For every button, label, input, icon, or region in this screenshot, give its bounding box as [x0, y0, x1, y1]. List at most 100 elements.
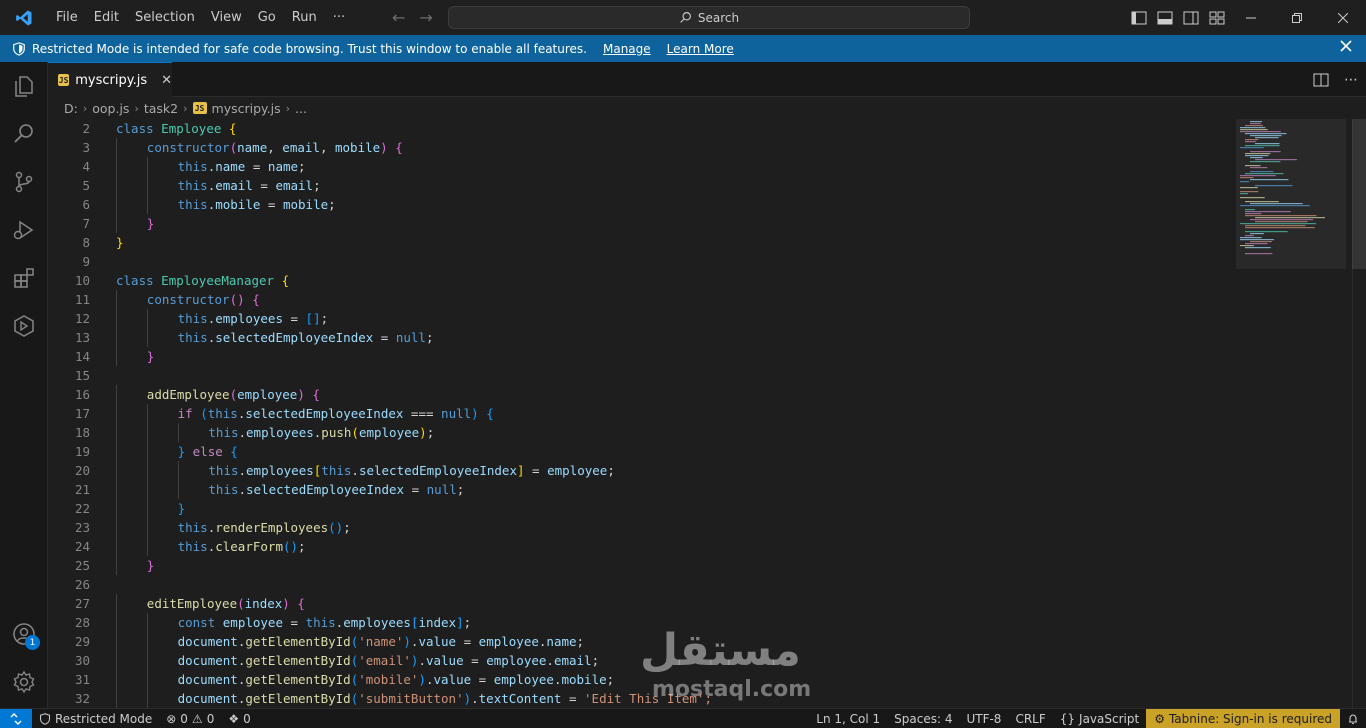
line-number: 10 [74, 273, 90, 288]
code-line[interactable]: 8} [48, 233, 1228, 252]
end-of-line[interactable]: CRLF [1008, 709, 1052, 728]
restore-icon[interactable] [1274, 0, 1320, 35]
minimap-line [1250, 179, 1289, 181]
code-line[interactable]: 32 document.getElementById('submitButton'… [48, 689, 1228, 708]
code-lines[interactable]: 2 class Employee {3 constructor(name, emai… [48, 119, 1228, 708]
source-control-icon[interactable] [0, 158, 48, 206]
breadcrumb-folder-oop[interactable]: oop.js [92, 101, 129, 116]
ports-status[interactable]: ❖ 0 [221, 709, 257, 728]
code-line[interactable]: 4 this.name = name; [48, 157, 1228, 176]
problems-status[interactable]: ⊗ 0 ⚠ 0 [159, 709, 221, 728]
menu-edit[interactable]: Edit [86, 0, 127, 35]
code-line[interactable]: 30 document.getElementById('email').value… [48, 651, 1228, 670]
code-line[interactable]: 11 constructor() { [48, 290, 1228, 309]
banner-learn-more-link[interactable]: Learn More [667, 42, 734, 56]
code-editor[interactable]: 2 class Employee {3 constructor(name, emai… [48, 119, 1366, 708]
indent-guide [116, 518, 117, 537]
minimap-line [1245, 211, 1291, 213]
code-line[interactable]: 2 class Employee { [48, 119, 1228, 138]
indent-guide [146, 651, 148, 670]
arrow-left-icon[interactable]: ← [392, 8, 405, 27]
indent-guide [116, 499, 117, 518]
code-line[interactable]: 14} [48, 347, 1228, 366]
indent-guide [116, 632, 117, 651]
minimap-line [1250, 203, 1303, 205]
code-line[interactable]: 7} [48, 214, 1228, 233]
code-line[interactable]: 12 this.employees = []; [48, 309, 1228, 328]
menu-more[interactable]: ··· [325, 0, 353, 35]
breadcrumb-symbol[interactable]: ... [295, 101, 307, 116]
menu-view[interactable]: View [203, 0, 250, 35]
code-line[interactable]: 24 this.clearForm(); [48, 537, 1228, 556]
menu-go[interactable]: Go [250, 0, 284, 35]
code-line[interactable]: 13 this.selectedEmployeeIndex = null; [48, 328, 1228, 347]
code-line[interactable]: 31 document.getElementById('mobile').valu… [48, 670, 1228, 689]
accounts-icon[interactable]: 1 [0, 610, 48, 658]
code-line[interactable]: 22} [48, 499, 1228, 518]
language-mode[interactable]: {} JavaScript [1053, 709, 1146, 728]
code-line[interactable]: 27 editEmployee(index) { [48, 594, 1228, 613]
menu-file[interactable]: File [48, 0, 86, 35]
breadcrumb-drive[interactable]: D: [64, 101, 78, 116]
activity-bar: 1 [0, 62, 48, 708]
menu-selection[interactable]: Selection [127, 0, 203, 35]
code-line[interactable]: 20 this.employees[this.selectedEmployeeIn… [48, 461, 1228, 480]
split-editor-icon[interactable] [1306, 62, 1336, 97]
code-line[interactable]: 19} else { [48, 442, 1228, 461]
code-line[interactable]: 10 class EmployeeManager { [48, 271, 1228, 290]
indentation[interactable]: Spaces: 4 [887, 709, 959, 728]
code-line[interactable]: 3 constructor(name, email, mobile) { [48, 138, 1228, 157]
minimize-icon[interactable] [1228, 0, 1274, 35]
code-line[interactable]: 16 addEmployee(employee) { [48, 385, 1228, 404]
command-center-search[interactable]: Search [448, 6, 970, 29]
search-view-icon[interactable] [0, 110, 48, 158]
toggle-secondary-sidebar-icon[interactable] [1178, 0, 1204, 35]
code-line[interactable]: 15 [48, 366, 1228, 385]
toggle-panel-icon[interactable] [1152, 0, 1178, 35]
restricted-mode-status[interactable]: Restricted Mode [32, 709, 159, 728]
notifications-bell-icon[interactable] [1340, 709, 1366, 728]
arrow-right-icon[interactable]: → [419, 8, 432, 27]
tabnine-status[interactable]: ⚙ Tabnine: Sign-in is required [1146, 709, 1340, 728]
cursor-position[interactable]: Ln 1, Col 1 [809, 709, 887, 728]
code-line[interactable]: 25} [48, 556, 1228, 575]
code-line[interactable]: 6 this.mobile = mobile; [48, 195, 1228, 214]
indent-guide [116, 214, 117, 233]
javascript-file-icon: JS [58, 74, 70, 86]
code-line[interactable]: 5 this.email = email; [48, 176, 1228, 195]
code-line[interactable]: 9 [48, 252, 1228, 271]
minimap-line [1250, 123, 1261, 125]
more-actions-icon[interactable]: ⋯ [1336, 62, 1366, 97]
minimap-line [1240, 177, 1254, 179]
scrollbar-thumb[interactable] [1352, 119, 1366, 269]
toggle-primary-sidebar-icon[interactable] [1126, 0, 1152, 35]
close-tab-icon[interactable]: ✕ [161, 73, 172, 88]
code-line[interactable]: 28 const employee = this.employees[index]… [48, 613, 1228, 632]
vertical-scrollbar[interactable] [1352, 119, 1366, 708]
breadcrumb-file[interactable]: myscripy.js [212, 101, 281, 116]
code-line[interactable]: 29 document.getElementById('name').value … [48, 632, 1228, 651]
close-banner-icon[interactable] [1340, 40, 1352, 55]
remote-explorer-icon[interactable] [0, 302, 48, 350]
code-line[interactable]: 17 if (this.selectedEmployeeIndex === nul… [48, 404, 1228, 423]
explorer-icon[interactable] [0, 62, 48, 110]
run-and-debug-icon[interactable] [0, 206, 48, 254]
breadcrumb-folder-task2[interactable]: task2 [144, 101, 178, 116]
file-encoding[interactable]: UTF-8 [959, 709, 1008, 728]
minimap-line [1245, 153, 1271, 155]
close-window-icon[interactable] [1320, 0, 1366, 35]
code-line[interactable]: 18 this.employees.push(employee); [48, 423, 1228, 442]
indent-guide [116, 442, 117, 461]
banner-manage-link[interactable]: Manage [603, 42, 651, 56]
code-line[interactable]: 23 this.renderEmployees(); [48, 518, 1228, 537]
code-line[interactable]: 21 this.selectedEmployeeIndex = null; [48, 480, 1228, 499]
extensions-icon[interactable] [0, 254, 48, 302]
menu-run[interactable]: Run [284, 0, 325, 35]
minimap[interactable] [1236, 119, 1346, 708]
code-line[interactable]: 26 [48, 575, 1228, 594]
tab-myscripy-js[interactable]: JS myscripy.js ✕ [48, 62, 172, 97]
customize-layout-icon[interactable] [1204, 0, 1230, 35]
remote-indicator-icon[interactable] [0, 708, 32, 728]
settings-gear-icon[interactable] [0, 658, 48, 706]
indent-guide [116, 556, 117, 575]
